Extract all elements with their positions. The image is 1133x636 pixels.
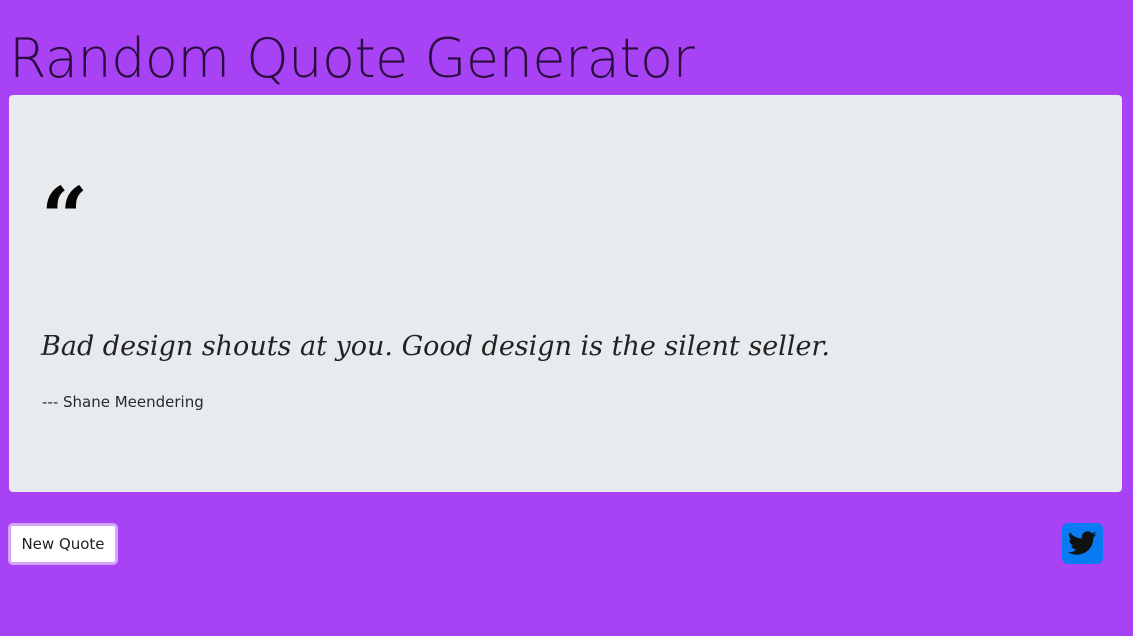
- new-quote-button[interactable]: New Quote: [8, 523, 118, 565]
- page: Random Quote Generator “ Bad design shou…: [0, 0, 1133, 636]
- page-title: Random Quote Generator: [9, 27, 695, 90]
- tweet-button[interactable]: [1062, 523, 1103, 564]
- quote-author: --- Shane Meendering: [42, 393, 204, 411]
- quote-card: “ Bad design shouts at you. Good design …: [9, 95, 1122, 492]
- twitter-icon: [1068, 531, 1097, 555]
- quote-mark-icon: “: [41, 170, 89, 266]
- quote-text: Bad design shouts at you. Good design is…: [41, 331, 830, 362]
